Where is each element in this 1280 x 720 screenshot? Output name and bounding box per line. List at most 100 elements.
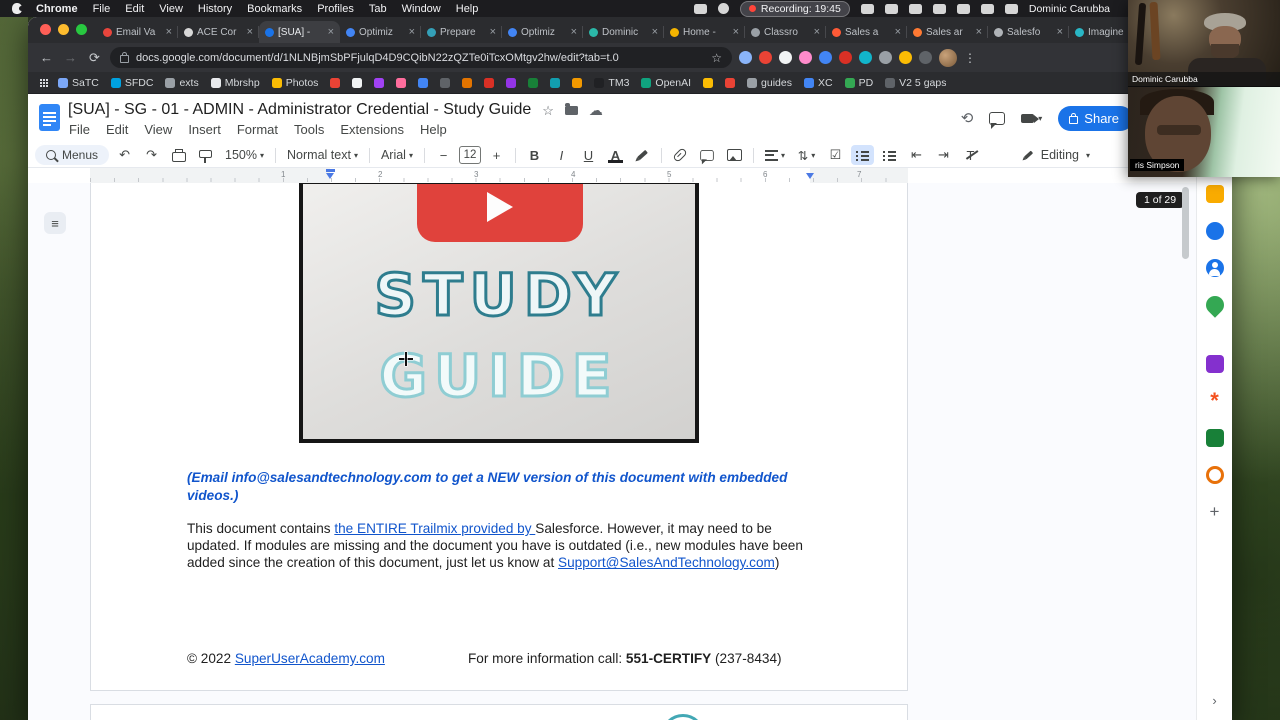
apple-menu-icon[interactable] xyxy=(12,3,24,14)
recording-indicator[interactable]: Recording: 19:45 xyxy=(739,0,850,17)
underline-button[interactable]: U xyxy=(577,145,600,165)
bulleted-list-button[interactable] xyxy=(851,145,874,165)
bookmark-item[interactable] xyxy=(462,77,473,88)
bookmark-item[interactable]: exts xyxy=(165,77,199,89)
extension-icon[interactable] xyxy=(899,51,912,64)
extension-icon[interactable] xyxy=(819,51,832,64)
print-button[interactable] xyxy=(167,145,190,165)
star-icon[interactable]: ☆ xyxy=(542,104,554,117)
contacts-icon[interactable] xyxy=(1205,259,1224,277)
scrollbar-thumb[interactable] xyxy=(1182,187,1189,259)
undo-button[interactable]: ↶ xyxy=(113,145,136,165)
reload-button[interactable]: ⟳ xyxy=(86,50,103,66)
addon-icon-2[interactable]: * xyxy=(1206,390,1224,412)
extension-icon[interactable] xyxy=(859,51,872,64)
redo-button[interactable]: ↷ xyxy=(140,145,163,165)
tab-close-icon[interactable]: × xyxy=(490,26,496,38)
browser-tab[interactable]: Salesfo × xyxy=(988,21,1069,43)
decrease-font-size-button[interactable]: − xyxy=(432,145,455,165)
bookmark-item[interactable]: guides xyxy=(747,77,792,89)
fullscreen-window-button[interactable] xyxy=(76,24,87,35)
docs-menu-item[interactable]: Help xyxy=(413,121,454,138)
zoom-select[interactable]: 150% ▾ xyxy=(221,145,268,165)
document-title[interactable]: [SUA] - SG - 01 - ADMIN - Administrator … xyxy=(68,101,531,119)
tab-close-icon[interactable]: × xyxy=(247,26,253,38)
increase-indent-button[interactable]: ⇥ xyxy=(932,145,955,165)
checklist-button[interactable]: ☑ xyxy=(824,145,847,165)
keyboard-icon[interactable] xyxy=(860,3,874,14)
share-button[interactable]: Share xyxy=(1058,106,1133,131)
battery-icon[interactable] xyxy=(908,3,922,14)
menubar-item[interactable]: Help xyxy=(456,3,479,15)
bookmark-item[interactable] xyxy=(703,77,714,88)
clear-formatting-button[interactable]: T xyxy=(959,145,982,165)
bookmark-item[interactable] xyxy=(418,77,429,88)
bold-button[interactable]: B xyxy=(523,145,546,165)
extension-icon[interactable] xyxy=(799,51,812,64)
superuseracademy-link[interactable]: SuperUserAcademy.com xyxy=(235,651,385,666)
bookmark-item[interactable] xyxy=(506,77,517,88)
line-spacing-button[interactable]: ⇅ ▾ xyxy=(793,145,820,165)
tab-close-icon[interactable]: × xyxy=(328,26,334,38)
screen-mirror-icon[interactable] xyxy=(693,3,707,14)
font-size-input[interactable]: 12 xyxy=(458,146,481,164)
tab-close-icon[interactable]: × xyxy=(895,26,901,38)
menubar-item[interactable]: Chrome xyxy=(36,3,78,15)
bookmark-item[interactable] xyxy=(330,77,341,88)
docs-menu-item[interactable]: File xyxy=(62,121,97,138)
bookmark-item[interactable]: XC xyxy=(803,77,833,89)
docs-file-icon[interactable] xyxy=(39,104,60,131)
indent-marker-bar[interactable] xyxy=(326,169,335,172)
bookmark-item[interactable]: TM3 xyxy=(594,77,629,89)
text-color-button[interactable]: A xyxy=(604,145,627,165)
bookmark-item[interactable]: SaTC xyxy=(58,77,99,89)
webcam-video-2[interactable]: ris Simpson xyxy=(1128,87,1280,177)
tab-close-icon[interactable]: × xyxy=(652,26,658,38)
menubar-item[interactable]: Profiles xyxy=(317,3,354,15)
bookmark-item[interactable]: V2 5 gaps xyxy=(885,77,946,89)
minimize-window-button[interactable] xyxy=(58,24,69,35)
font-family-select[interactable]: Arial ▾ xyxy=(377,145,417,165)
bookmark-star-icon[interactable]: ☆ xyxy=(711,51,722,65)
numbered-list-button[interactable] xyxy=(878,145,901,165)
browser-tab[interactable]: Classro × xyxy=(745,21,826,43)
video-call-button[interactable]: ▾ xyxy=(1021,114,1042,123)
bookmark-item[interactable]: Photos xyxy=(271,77,318,89)
bookmark-item[interactable]: PD xyxy=(844,77,873,89)
comments-icon[interactable] xyxy=(989,112,1006,129)
addon-icon-3[interactable] xyxy=(1205,429,1224,447)
browser-tab[interactable]: Optimiz × xyxy=(502,21,583,43)
menubar-item[interactable]: Tab xyxy=(369,3,387,15)
bookmark-item[interactable]: SFDC xyxy=(110,77,153,89)
browser-tab[interactable]: Home - × xyxy=(664,21,745,43)
volume-icon[interactable] xyxy=(717,3,729,14)
document-outline-button[interactable]: ≡ xyxy=(44,212,66,234)
bookmark-item[interactable]: OpenAI xyxy=(641,77,691,89)
bookmark-item[interactable] xyxy=(550,77,561,88)
docs-menu-item[interactable]: Format xyxy=(230,121,285,138)
bookmark-item[interactable] xyxy=(528,77,539,88)
bookmark-item[interactable] xyxy=(725,77,736,88)
docs-menu-item[interactable]: Insert xyxy=(181,121,228,138)
tab-close-icon[interactable]: × xyxy=(1057,26,1063,38)
study-guide-image[interactable]: STUDY GUIDE xyxy=(299,183,699,443)
menubar-item[interactable]: History xyxy=(198,3,232,15)
bluetooth-icon[interactable] xyxy=(956,3,970,14)
paint-format-button[interactable] xyxy=(194,145,217,165)
extension-icon[interactable] xyxy=(739,51,752,64)
menubar-item[interactable]: Bookmarks xyxy=(247,3,302,15)
right-indent-marker[interactable] xyxy=(806,173,814,179)
add-comment-button[interactable] xyxy=(696,145,719,165)
speaker-icon[interactable] xyxy=(932,3,946,14)
close-window-button[interactable] xyxy=(40,24,51,35)
docs-menu-item[interactable]: Tools xyxy=(287,121,331,138)
forward-button[interactable]: → xyxy=(62,50,79,65)
address-bar[interactable]: docs.google.com/document/d/1NLNBjmSbPFju… xyxy=(110,47,732,68)
bookmark-item[interactable] xyxy=(352,77,363,88)
tab-close-icon[interactable]: × xyxy=(733,26,739,38)
trailmix-link[interactable]: the ENTIRE Trailmix provided by xyxy=(334,521,535,536)
tab-close-icon[interactable]: × xyxy=(814,26,820,38)
next-page[interactable] xyxy=(90,704,908,720)
decrease-indent-button[interactable]: ⇤ xyxy=(905,145,928,165)
collapse-panel-icon[interactable]: › xyxy=(1197,693,1232,708)
